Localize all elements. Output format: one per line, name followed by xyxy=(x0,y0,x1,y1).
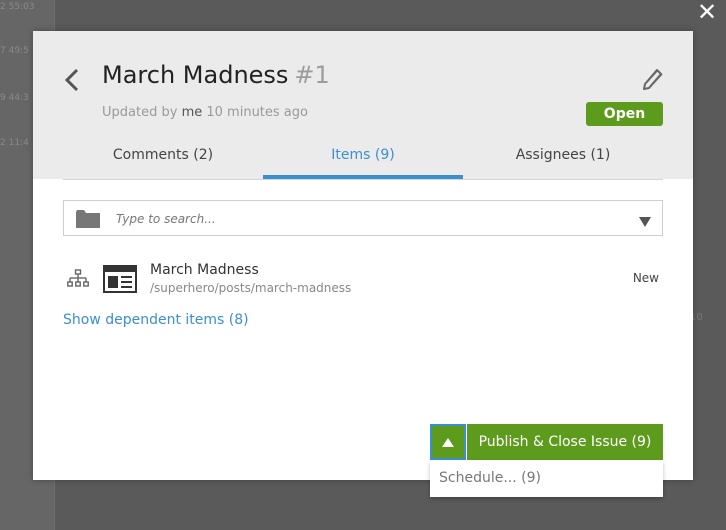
folder-icon[interactable] xyxy=(76,210,100,228)
item-title: March Madness xyxy=(150,262,259,278)
chevron-up-icon xyxy=(442,438,454,447)
updated-time: 10 minutes ago xyxy=(206,105,308,120)
issue-title-row: March Madness #1 xyxy=(102,61,330,89)
dialog-header: March Madness #1 Updated by me 10 minutes… xyxy=(33,31,693,180)
updated-user: me xyxy=(181,105,203,120)
background-text: 2 55:03 xyxy=(0,2,35,12)
search-input[interactable] xyxy=(114,208,618,230)
list-item[interactable]: March Madness /superhero/posts/march-mad… xyxy=(63,259,661,299)
search-box xyxy=(63,200,663,236)
background-text: 7 49:5 xyxy=(0,46,29,56)
tab-items[interactable]: Items (9) xyxy=(263,141,463,179)
publish-options-menu: Schedule... (9) xyxy=(430,461,663,497)
sitemap-icon[interactable] xyxy=(67,269,89,289)
publish-options-toggle[interactable] xyxy=(430,424,466,460)
show-dependent-items-link[interactable]: Show dependent items (8) xyxy=(63,312,249,328)
tab-bar: Comments (2) Items (9) Assignees (1) xyxy=(63,141,663,180)
tab-assignees[interactable]: Assignees (1) xyxy=(463,141,663,179)
close-icon[interactable]: ✕ xyxy=(694,0,720,26)
item-path: /superhero/posts/march-madness xyxy=(150,281,352,295)
issue-dialog: March Madness #1 Updated by me 10 minutes… xyxy=(33,31,693,497)
publish-close-issue-button[interactable]: Publish & Close Issue (9) xyxy=(467,424,663,460)
tab-comments[interactable]: Comments (2) xyxy=(63,141,263,179)
newspaper-icon xyxy=(103,265,137,293)
issue-number: #1 xyxy=(294,61,330,89)
background-text: 2 11:4 xyxy=(0,138,29,148)
status-badge: Open xyxy=(586,102,663,126)
chevron-down-icon[interactable] xyxy=(638,213,652,227)
menu-item-schedule[interactable]: Schedule... (9) xyxy=(439,470,541,486)
item-status: New xyxy=(632,271,659,285)
edit-pencil-icon[interactable] xyxy=(640,65,666,91)
background-text: 9 44:3 xyxy=(0,93,29,103)
updated-info: Updated by me 10 minutes ago xyxy=(102,105,308,120)
issue-title: March Madness xyxy=(102,61,289,89)
updated-prefix: Updated by xyxy=(102,105,178,120)
back-arrow-icon[interactable] xyxy=(61,65,85,95)
